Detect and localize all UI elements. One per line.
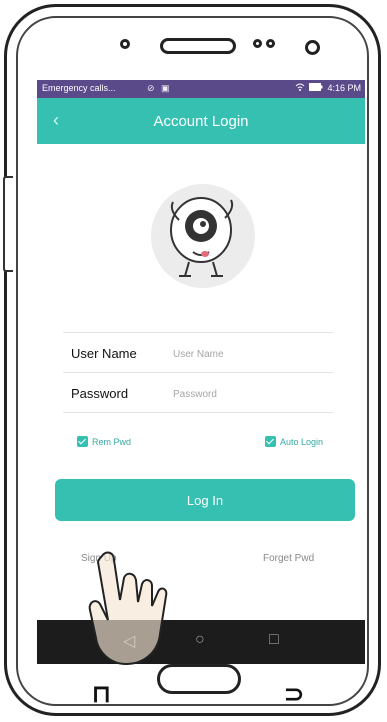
- checkbox-checked-icon: [265, 436, 276, 447]
- username-input[interactable]: [173, 344, 343, 364]
- login-button[interactable]: Log In: [55, 479, 355, 521]
- page-title: Account Login: [153, 113, 249, 130]
- hardware-back-key: ⊃: [284, 681, 305, 708]
- checkbox-checked-icon: [77, 436, 88, 447]
- auto-login-checkbox[interactable]: Auto Login: [265, 436, 323, 447]
- remember-password-checkbox[interactable]: Rem Pwd: [77, 436, 131, 447]
- remember-password-label: Rem Pwd: [92, 436, 132, 447]
- side-button: [3, 176, 13, 272]
- divider: [63, 332, 333, 333]
- hardware-home-key: [157, 664, 241, 694]
- app-screen: Emergency calls... ⊘ ▣ 4:16 PM ‹ Account…: [37, 80, 365, 664]
- nav-recent-icon[interactable]: □: [269, 631, 279, 649]
- password-label: Password: [71, 386, 129, 401]
- username-label: User Name: [71, 346, 137, 361]
- front-camera: [120, 39, 130, 49]
- status-right: 4:16 PM: [295, 83, 361, 93]
- divider: [63, 372, 333, 373]
- proximity-sensor: [253, 39, 262, 48]
- navigation-bar: ◁ ○ □: [37, 620, 365, 664]
- auto-login-label: Auto Login: [280, 436, 324, 447]
- username-row: User Name: [51, 338, 351, 372]
- battery-icon: [309, 83, 323, 93]
- earpiece: [160, 38, 236, 54]
- mascot-avatar: [149, 180, 257, 292]
- nav-home-icon[interactable]: ○: [195, 631, 205, 649]
- status-bar: Emergency calls... ⊘ ▣ 4:16 PM: [37, 80, 365, 98]
- light-sensor: [266, 39, 275, 48]
- title-bar: ‹ Account Login: [37, 98, 365, 144]
- password-input[interactable]: [173, 384, 343, 404]
- sign-up-link[interactable]: Sign Up: [81, 553, 117, 564]
- password-row: Password: [51, 378, 351, 412]
- divider: [63, 412, 333, 413]
- front-lens: [305, 40, 320, 55]
- notification-icons: ⊘ ▣: [147, 83, 172, 93]
- nav-back-icon[interactable]: ◁: [123, 631, 135, 651]
- wifi-icon: [295, 83, 305, 93]
- forget-password-link[interactable]: Forget Pwd: [263, 553, 314, 564]
- hardware-menu-key: ⊓: [92, 681, 111, 708]
- carrier-text: Emergency calls...: [42, 83, 116, 93]
- clock-text: 4:16 PM: [327, 83, 361, 93]
